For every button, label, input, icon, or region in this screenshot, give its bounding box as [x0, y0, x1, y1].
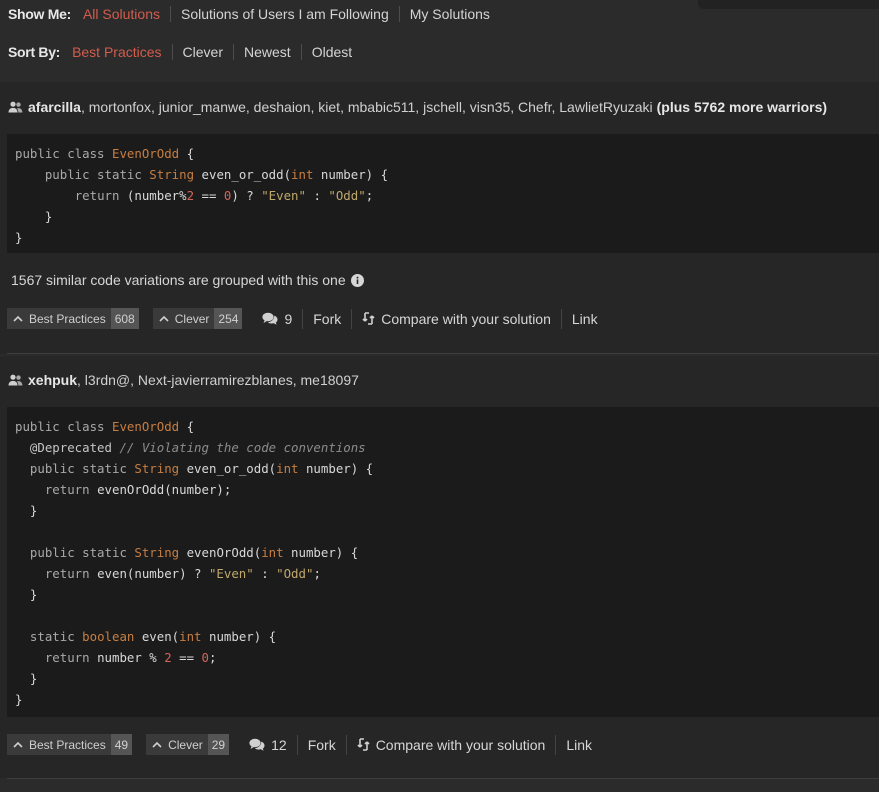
solution-card: afarcilla , mortonfox, junior_manwe, des…	[0, 82, 879, 354]
filter-following-solutions[interactable]: Solutions of Users I am Following	[169, 6, 399, 22]
solution-actions: Best Practices 608 Clever 254 9 Fork Com…	[7, 308, 608, 329]
solution-authors: afarcilla , mortonfox, junior_manwe, des…	[8, 99, 827, 115]
other-authors: , l3rdn@, Next-javierramirezblanes, me18…	[77, 372, 359, 388]
compare-icon	[357, 738, 370, 751]
sort-newest[interactable]: Newest	[233, 44, 301, 60]
comments-count: 12	[271, 736, 287, 753]
more-warriors: (plus 5762 more warriors)	[656, 99, 828, 115]
sort-oldest[interactable]: Oldest	[300, 44, 362, 60]
sort-clever[interactable]: Clever	[171, 44, 233, 60]
compare-label: Compare with your solution	[381, 310, 551, 327]
best-practices-count: 49	[110, 734, 133, 755]
clever-vote-button[interactable]: Clever 29	[146, 734, 230, 755]
solution-authors: xehpuk , l3rdn@, Next-javierramirezblane…	[8, 372, 359, 388]
code-block: public class EvenOrOdd { @Deprecated // …	[7, 407, 879, 717]
caret-up-icon	[152, 741, 162, 748]
users-icon	[8, 101, 23, 113]
clever-label: Clever	[168, 737, 203, 752]
filter-my-solutions[interactable]: My Solutions	[398, 6, 500, 22]
divider	[7, 353, 879, 354]
show-label: Show Me:	[8, 6, 71, 22]
show-filter: Show Me: All Solutions Solutions of User…	[8, 4, 500, 24]
clever-label: Clever	[174, 311, 210, 326]
divider	[7, 778, 879, 779]
sort-label: Sort By:	[8, 44, 61, 60]
clever-vote-button[interactable]: Clever 254	[152, 308, 243, 329]
solution-card: xehpuk , l3rdn@, Next-javierramirezblane…	[0, 356, 879, 778]
compare-icon	[362, 312, 375, 325]
lead-author-link[interactable]: afarcilla	[28, 99, 81, 115]
caret-up-icon	[13, 315, 23, 322]
best-practices-label: Best Practices	[29, 311, 106, 326]
clever-count: 254	[214, 308, 243, 329]
caret-up-icon	[159, 315, 169, 322]
comments-button[interactable]: 9	[256, 309, 302, 329]
best-practices-vote-button[interactable]: Best Practices 49	[7, 734, 133, 755]
fork-button[interactable]: Fork	[302, 308, 351, 329]
comments-icon	[249, 738, 265, 751]
best-practices-count: 608	[110, 308, 139, 329]
info-icon[interactable]	[350, 273, 364, 287]
clever-count: 29	[207, 734, 230, 755]
code-block: public class EvenOrOdd { public static S…	[7, 134, 879, 253]
link-button[interactable]: Link	[555, 734, 602, 755]
fork-button[interactable]: Fork	[296, 734, 346, 755]
sort-filter: Sort By: Best Practices Clever Newest Ol…	[8, 42, 362, 62]
users-icon	[8, 374, 23, 386]
lead-author-link[interactable]: xehpuk	[28, 372, 77, 388]
best-practices-vote-button[interactable]: Best Practices 608	[7, 308, 139, 329]
compare-button[interactable]: Compare with your solution	[351, 308, 561, 329]
caret-up-icon	[13, 741, 23, 748]
comments-count: 9	[284, 310, 293, 327]
compare-label: Compare with your solution	[375, 736, 546, 753]
sort-best-practices[interactable]: Best Practices	[72, 44, 171, 60]
other-authors: , mortonfox, junior_manwe, deshaion, kie…	[80, 99, 653, 115]
best-practices-label: Best Practices	[29, 737, 106, 752]
comments-button[interactable]: 12	[243, 735, 297, 755]
link-button[interactable]: Link	[560, 308, 608, 329]
filter-all-solutions[interactable]: All Solutions	[83, 6, 170, 22]
solution-actions: Best Practices 49 Clever 29 12 Fork Comp…	[7, 734, 602, 755]
compare-button[interactable]: Compare with your solution	[345, 734, 556, 755]
variations-text: 1567 similar code variations are grouped…	[11, 272, 346, 288]
variations-note: 1567 similar code variations are grouped…	[11, 272, 364, 288]
top-bar-edge	[698, 0, 879, 9]
comments-icon	[262, 312, 278, 325]
